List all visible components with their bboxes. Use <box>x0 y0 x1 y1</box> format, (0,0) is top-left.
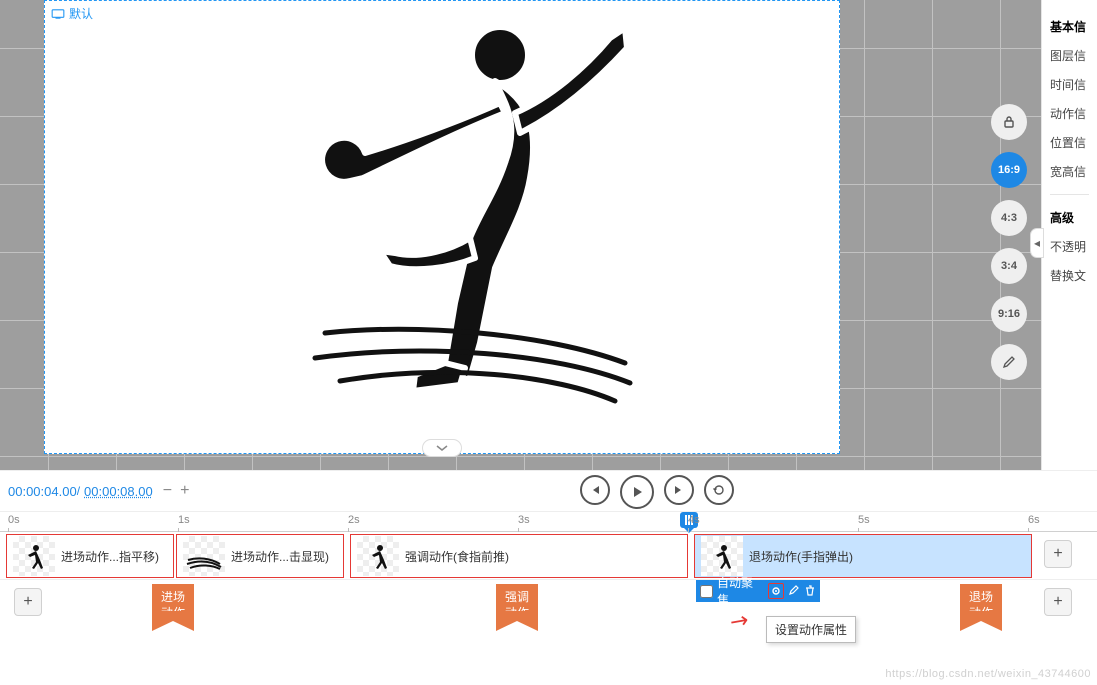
divider <box>1050 194 1089 195</box>
flag-enter: 进场 动作 <box>152 584 194 621</box>
panel-toggle[interactable]: ◂ <box>1030 228 1044 258</box>
clip-exit[interactable]: 退场动作(手指弹出) <box>694 534 1032 578</box>
canvas-tag-label: 默认 <box>69 5 93 22</box>
loop-button[interactable] <box>704 475 734 505</box>
play-button[interactable] <box>620 475 654 509</box>
clip-label: 强调动作(食指前推) <box>405 548 509 565</box>
ratio-16-9[interactable]: 16:9 <box>991 152 1027 188</box>
pencil-icon <box>1002 355 1016 369</box>
add-clip-button[interactable]: + <box>1044 540 1072 568</box>
ruler-tick: 4s <box>688 514 700 526</box>
ruler-tick: 6s <box>1028 514 1040 526</box>
zoom-out-button[interactable]: − <box>163 482 172 500</box>
clip-enter-2[interactable]: 进场动作...击显现) <box>176 534 344 578</box>
next-button[interactable] <box>664 475 694 505</box>
chevron-down-icon <box>436 444 448 452</box>
prop-time[interactable]: 时间信 <box>1050 70 1089 99</box>
add-enter-button[interactable]: + <box>14 588 42 616</box>
ruler-tick: 3s <box>518 514 530 526</box>
ruler-tick: 5s <box>858 514 870 526</box>
clip-emphasis[interactable]: 强调动作(食指前推) <box>350 534 688 578</box>
ratio-4-3[interactable]: 4:3 <box>991 200 1027 236</box>
lock-button[interactable] <box>991 104 1027 140</box>
lock-icon <box>1002 115 1016 129</box>
prop-opacity[interactable]: 不透明 <box>1050 232 1089 261</box>
prop-action[interactable]: 动作信 <box>1050 99 1089 128</box>
time-current: 00:00:04.00 <box>8 484 77 499</box>
section-advanced: 高级 <box>1050 203 1089 232</box>
zoom-in-button[interactable]: + <box>180 482 189 500</box>
ruler-tick: 2s <box>348 514 360 526</box>
clip-thumb <box>357 536 399 576</box>
ratio-3-4[interactable]: 3:4 <box>991 248 1027 284</box>
clip-label: 进场动作...指平移) <box>61 548 159 565</box>
clip-label: 退场动作(手指弹出) <box>749 548 853 565</box>
playback-controls <box>580 475 734 509</box>
timeline-ruler[interactable]: 0s 1s 2s 3s 4s 5s 6s <box>0 512 1097 532</box>
timeline-tracks: 进场动作...指平移) 进场动作...击显现) 强调动作(食指前推) 退场动作(… <box>0 532 1097 682</box>
ruler-tick: 1s <box>178 514 190 526</box>
skip-forward-icon <box>673 484 685 496</box>
skip-back-icon <box>589 484 601 496</box>
clip-thumb <box>701 536 743 576</box>
clip-enter-1[interactable]: 进场动作...指平移) <box>6 534 174 578</box>
section-basic: 基本信 <box>1050 12 1089 41</box>
clip-thumb <box>183 536 225 576</box>
artwork-athlete[interactable] <box>295 3 645 419</box>
flag-exit: 退场 动作 <box>960 584 1002 621</box>
time-sep: / <box>77 484 80 498</box>
edit-ratio-button[interactable] <box>991 344 1027 380</box>
canvas-tag[interactable]: 默认 <box>51 5 93 22</box>
screen-icon <box>51 9 65 19</box>
collapse-handle[interactable] <box>422 439 462 457</box>
flag-emphasis: 强调 动作 <box>496 584 538 621</box>
clip-label: 进场动作...击显现) <box>231 548 329 565</box>
aspect-ratio-toolbar: 16:9 4:3 3:4 9:16 <box>991 104 1027 380</box>
clip-thumb <box>13 536 55 576</box>
tooltip-action-settings: 设置动作属性 <box>766 616 856 643</box>
prop-position[interactable]: 位置信 <box>1050 128 1089 157</box>
canvas[interactable]: 默认 <box>44 0 840 454</box>
prev-button[interactable] <box>580 475 610 505</box>
transport-bar: 00:00:04.00 / 00:00:08.00 − + <box>0 470 1097 512</box>
ruler-tick: 0s <box>8 514 20 526</box>
prop-alttext[interactable]: 替换文 <box>1050 261 1089 290</box>
property-panel: ◂ 基本信 图层信 时间信 动作信 位置信 宽高信 高级 不透明 替换文 <box>1041 0 1097 470</box>
loop-icon <box>712 483 726 497</box>
prop-size[interactable]: 宽高信 <box>1050 157 1089 186</box>
time-total[interactable]: 00:00:08.00 <box>84 484 153 499</box>
stage: 默认 <box>0 0 1041 470</box>
ratio-9-16[interactable]: 9:16 <box>991 296 1027 332</box>
prop-layer[interactable]: 图层信 <box>1050 41 1089 70</box>
clip-track: 进场动作...指平移) 进场动作...击显现) 强调动作(食指前推) 退场动作(… <box>0 532 1097 580</box>
watermark: https://blog.csdn.net/weixin_43744600 <box>885 668 1091 680</box>
play-icon <box>631 486 643 498</box>
add-exit-button[interactable]: + <box>1044 588 1072 616</box>
